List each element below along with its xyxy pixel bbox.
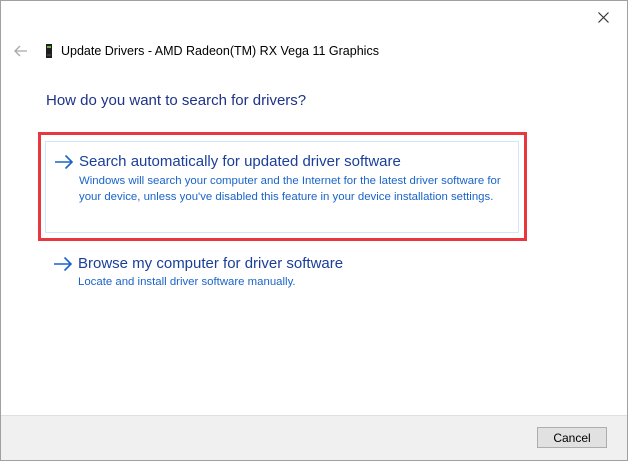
back-arrow-icon [14,45,27,57]
cancel-button[interactable]: Cancel [537,427,607,448]
update-drivers-dialog: Update Drivers - AMD Radeon(TM) RX Vega … [0,0,628,461]
back-button[interactable] [13,43,29,59]
option-description: Windows will search your computer and th… [79,175,501,203]
page-heading: How do you want to search for drivers? [46,92,307,109]
close-button[interactable] [593,7,613,27]
option-title: Search automatically for updated driver … [79,153,401,170]
close-icon [597,11,609,23]
dialog-header: Update Drivers - AMD Radeon(TM) RX Vega … [13,41,379,61]
graphics-card-icon [45,44,53,58]
dialog-title: Update Drivers - AMD Radeon(TM) RX Vega … [61,44,379,58]
right-arrow-icon [55,154,74,170]
search-automatically-option[interactable]: Search automatically for updated driver … [45,141,519,233]
right-arrow-icon [54,256,73,272]
browse-computer-option[interactable]: Browse my computer for driver software L… [45,249,519,297]
option-title: Browse my computer for driver software [78,255,344,272]
option-description: Locate and install driver software manua… [78,276,296,288]
dialog-footer: Cancel [1,415,627,460]
